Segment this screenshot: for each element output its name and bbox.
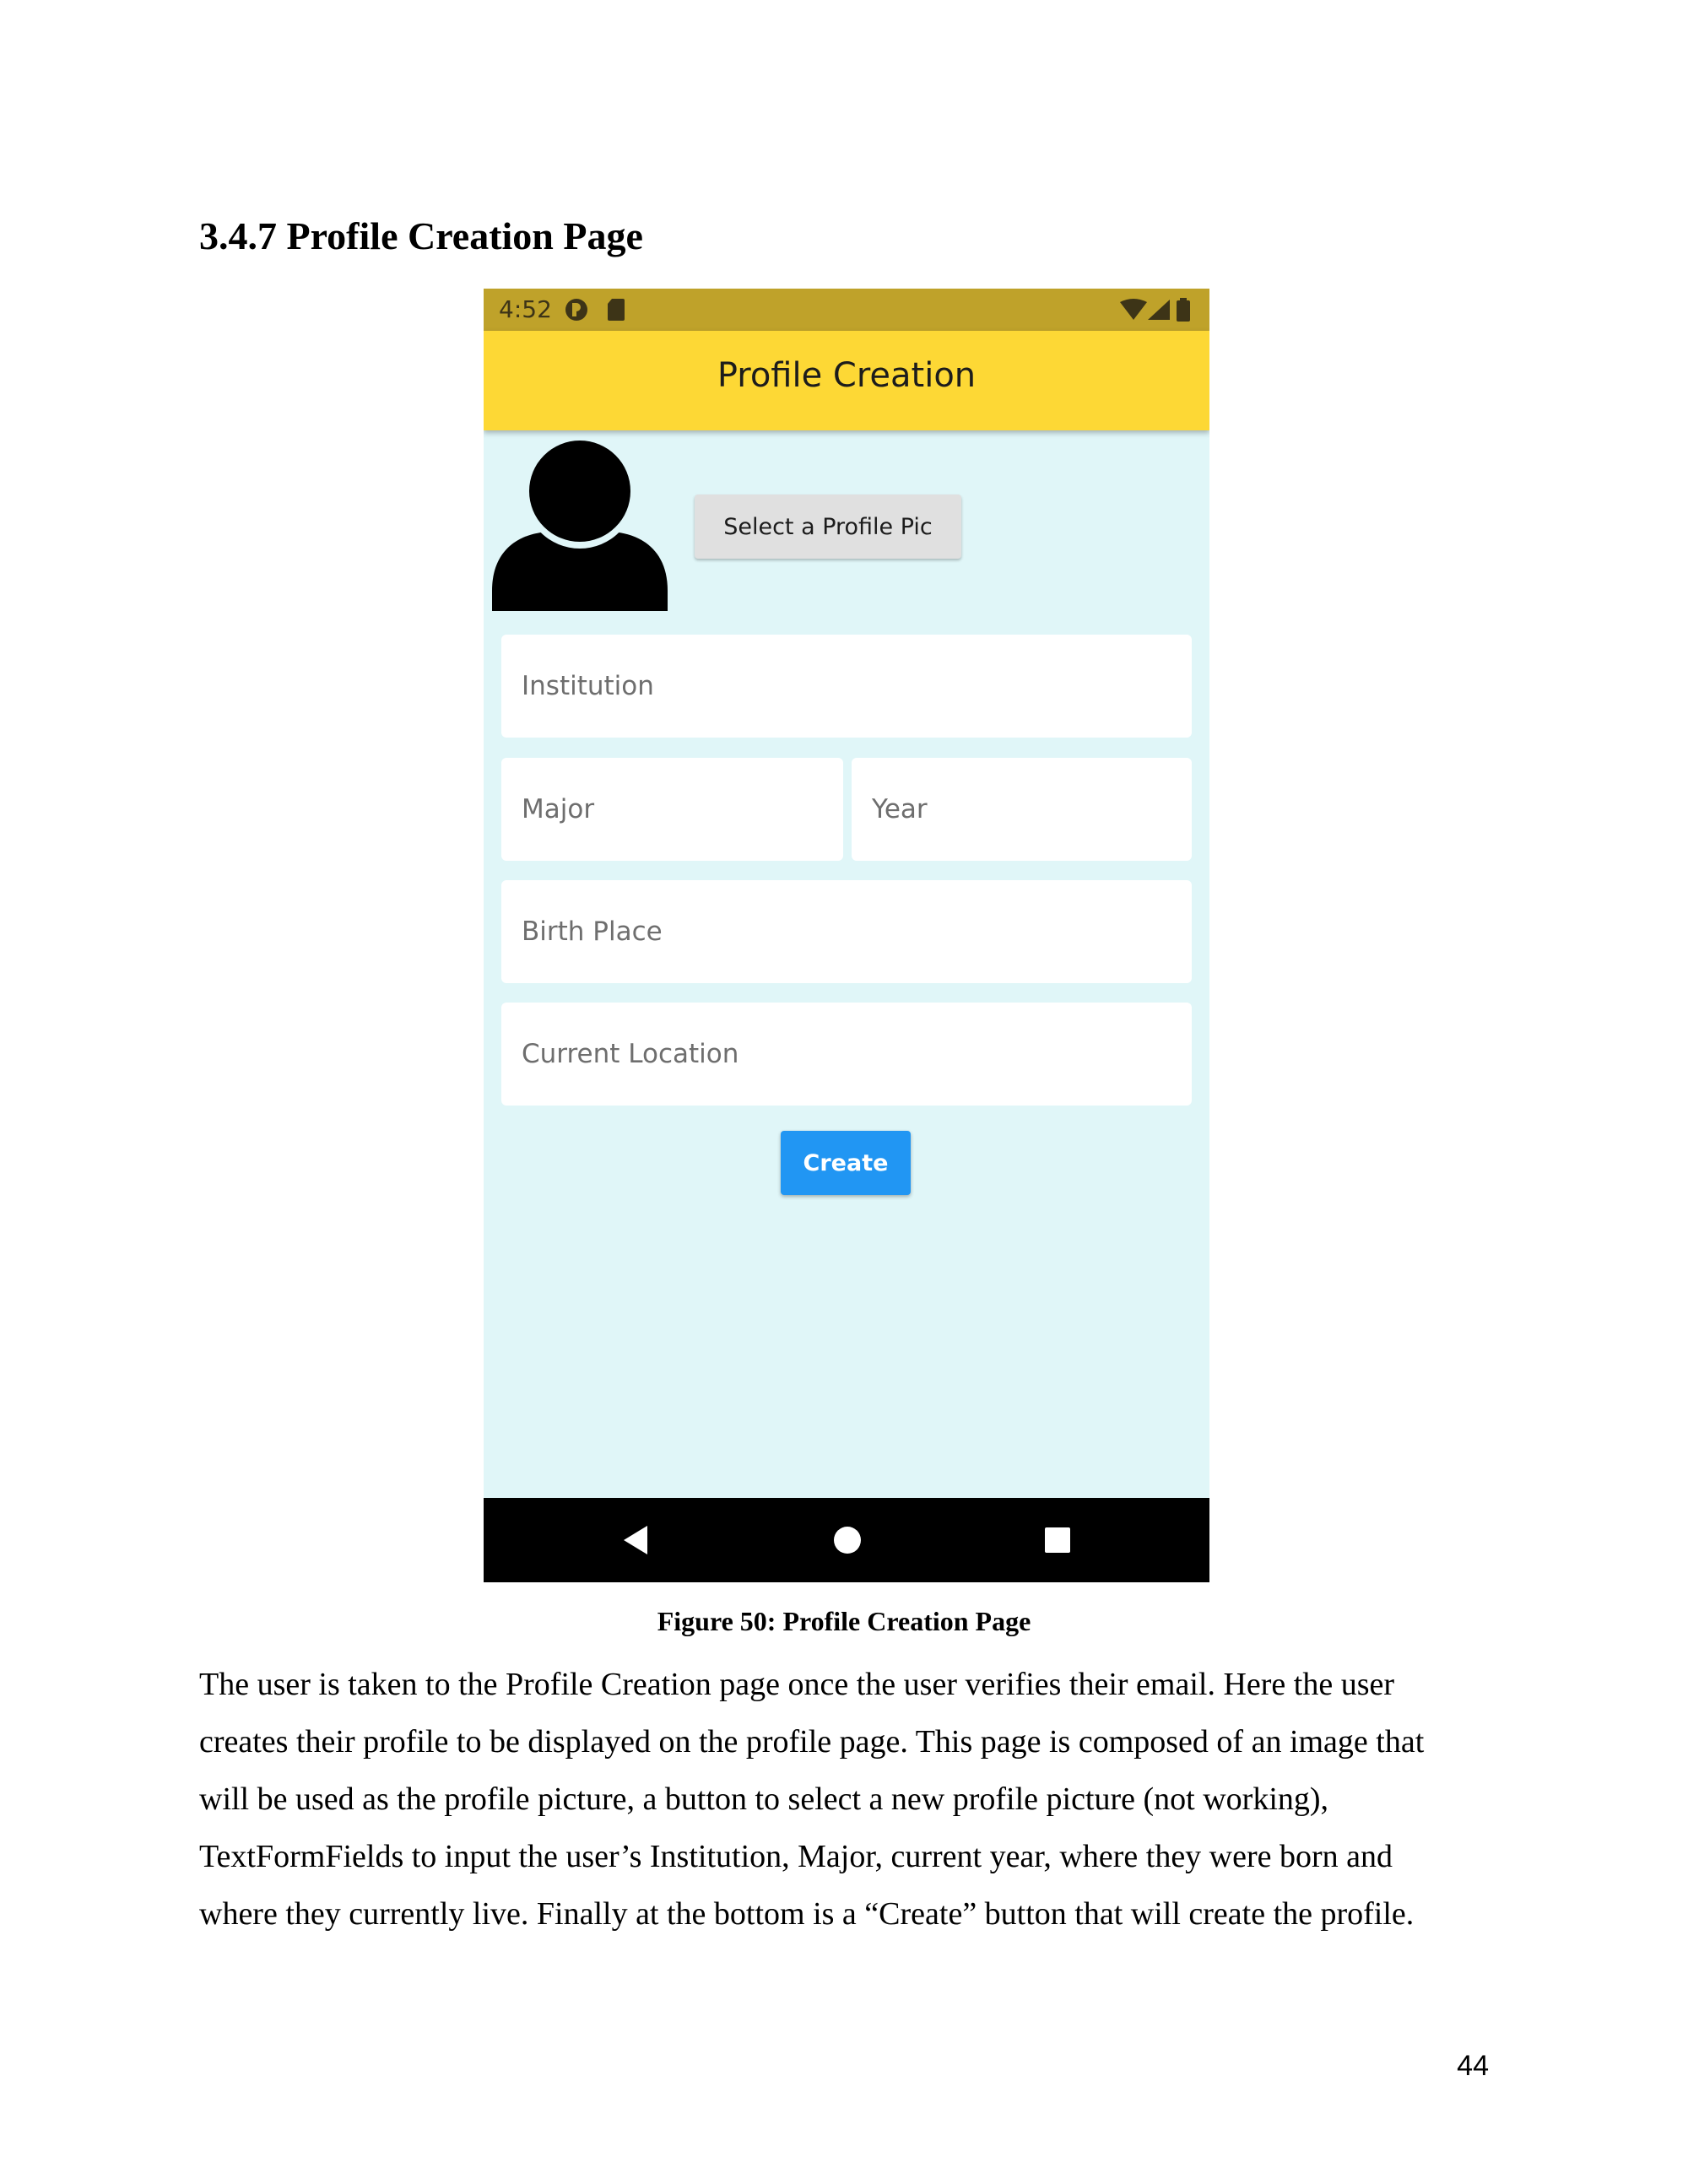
page-number: 44 [1457, 2050, 1489, 2082]
figure-caption: Figure 50: Profile Creation Page [657, 1606, 1031, 1636]
battery-icon [1176, 297, 1191, 326]
birth-place-input[interactable] [522, 916, 1171, 947]
system-nav-bar [484, 1498, 1209, 1582]
institution-input[interactable] [522, 671, 1171, 701]
current-location-field[interactable] [501, 1003, 1192, 1106]
body-line: TextFormFields to input the user’s Insti… [199, 1839, 1393, 1874]
select-profile-pic-button[interactable]: Select a Profile Pic [695, 495, 961, 559]
body-line: will be used as the profile picture, a b… [199, 1781, 1329, 1817]
app-bar: Profile Creation [484, 331, 1209, 430]
person-icon [490, 437, 669, 611]
status-bar: 4:52 [484, 289, 1209, 331]
birth-place-field[interactable] [501, 880, 1192, 983]
create-button[interactable]: Create [781, 1131, 911, 1195]
major-input[interactable] [522, 794, 823, 824]
body-line: The user is taken to the Profile Creatio… [199, 1667, 1395, 1702]
home-circle-icon[interactable] [830, 1523, 864, 1557]
current-location-input[interactable] [522, 1039, 1171, 1069]
sd-card-icon [606, 297, 626, 326]
app-bar-title: Profile Creation [717, 356, 977, 395]
section-heading: 3.4.7 Profile Creation Page [199, 214, 643, 257]
cell-signal-icon [1147, 299, 1171, 324]
back-triangle-icon[interactable] [620, 1523, 654, 1557]
year-field[interactable] [852, 758, 1192, 861]
status-time: 4:52 [499, 295, 552, 323]
major-field[interactable] [501, 758, 843, 861]
media-player-icon [564, 297, 589, 326]
phone-screenshot: 4:52 Profile Creation Select a Profile P… [484, 289, 1209, 1582]
year-input[interactable] [872, 794, 1171, 824]
body-paragraph: The user is taken to the Profile Creatio… [199, 1656, 1566, 1943]
wifi-icon [1120, 299, 1147, 324]
body-line: where they currently live. Finally at th… [199, 1896, 1415, 1932]
recents-square-icon[interactable] [1041, 1523, 1074, 1557]
body-line: creates their profile to be displayed on… [199, 1724, 1425, 1760]
institution-field[interactable] [501, 635, 1192, 738]
